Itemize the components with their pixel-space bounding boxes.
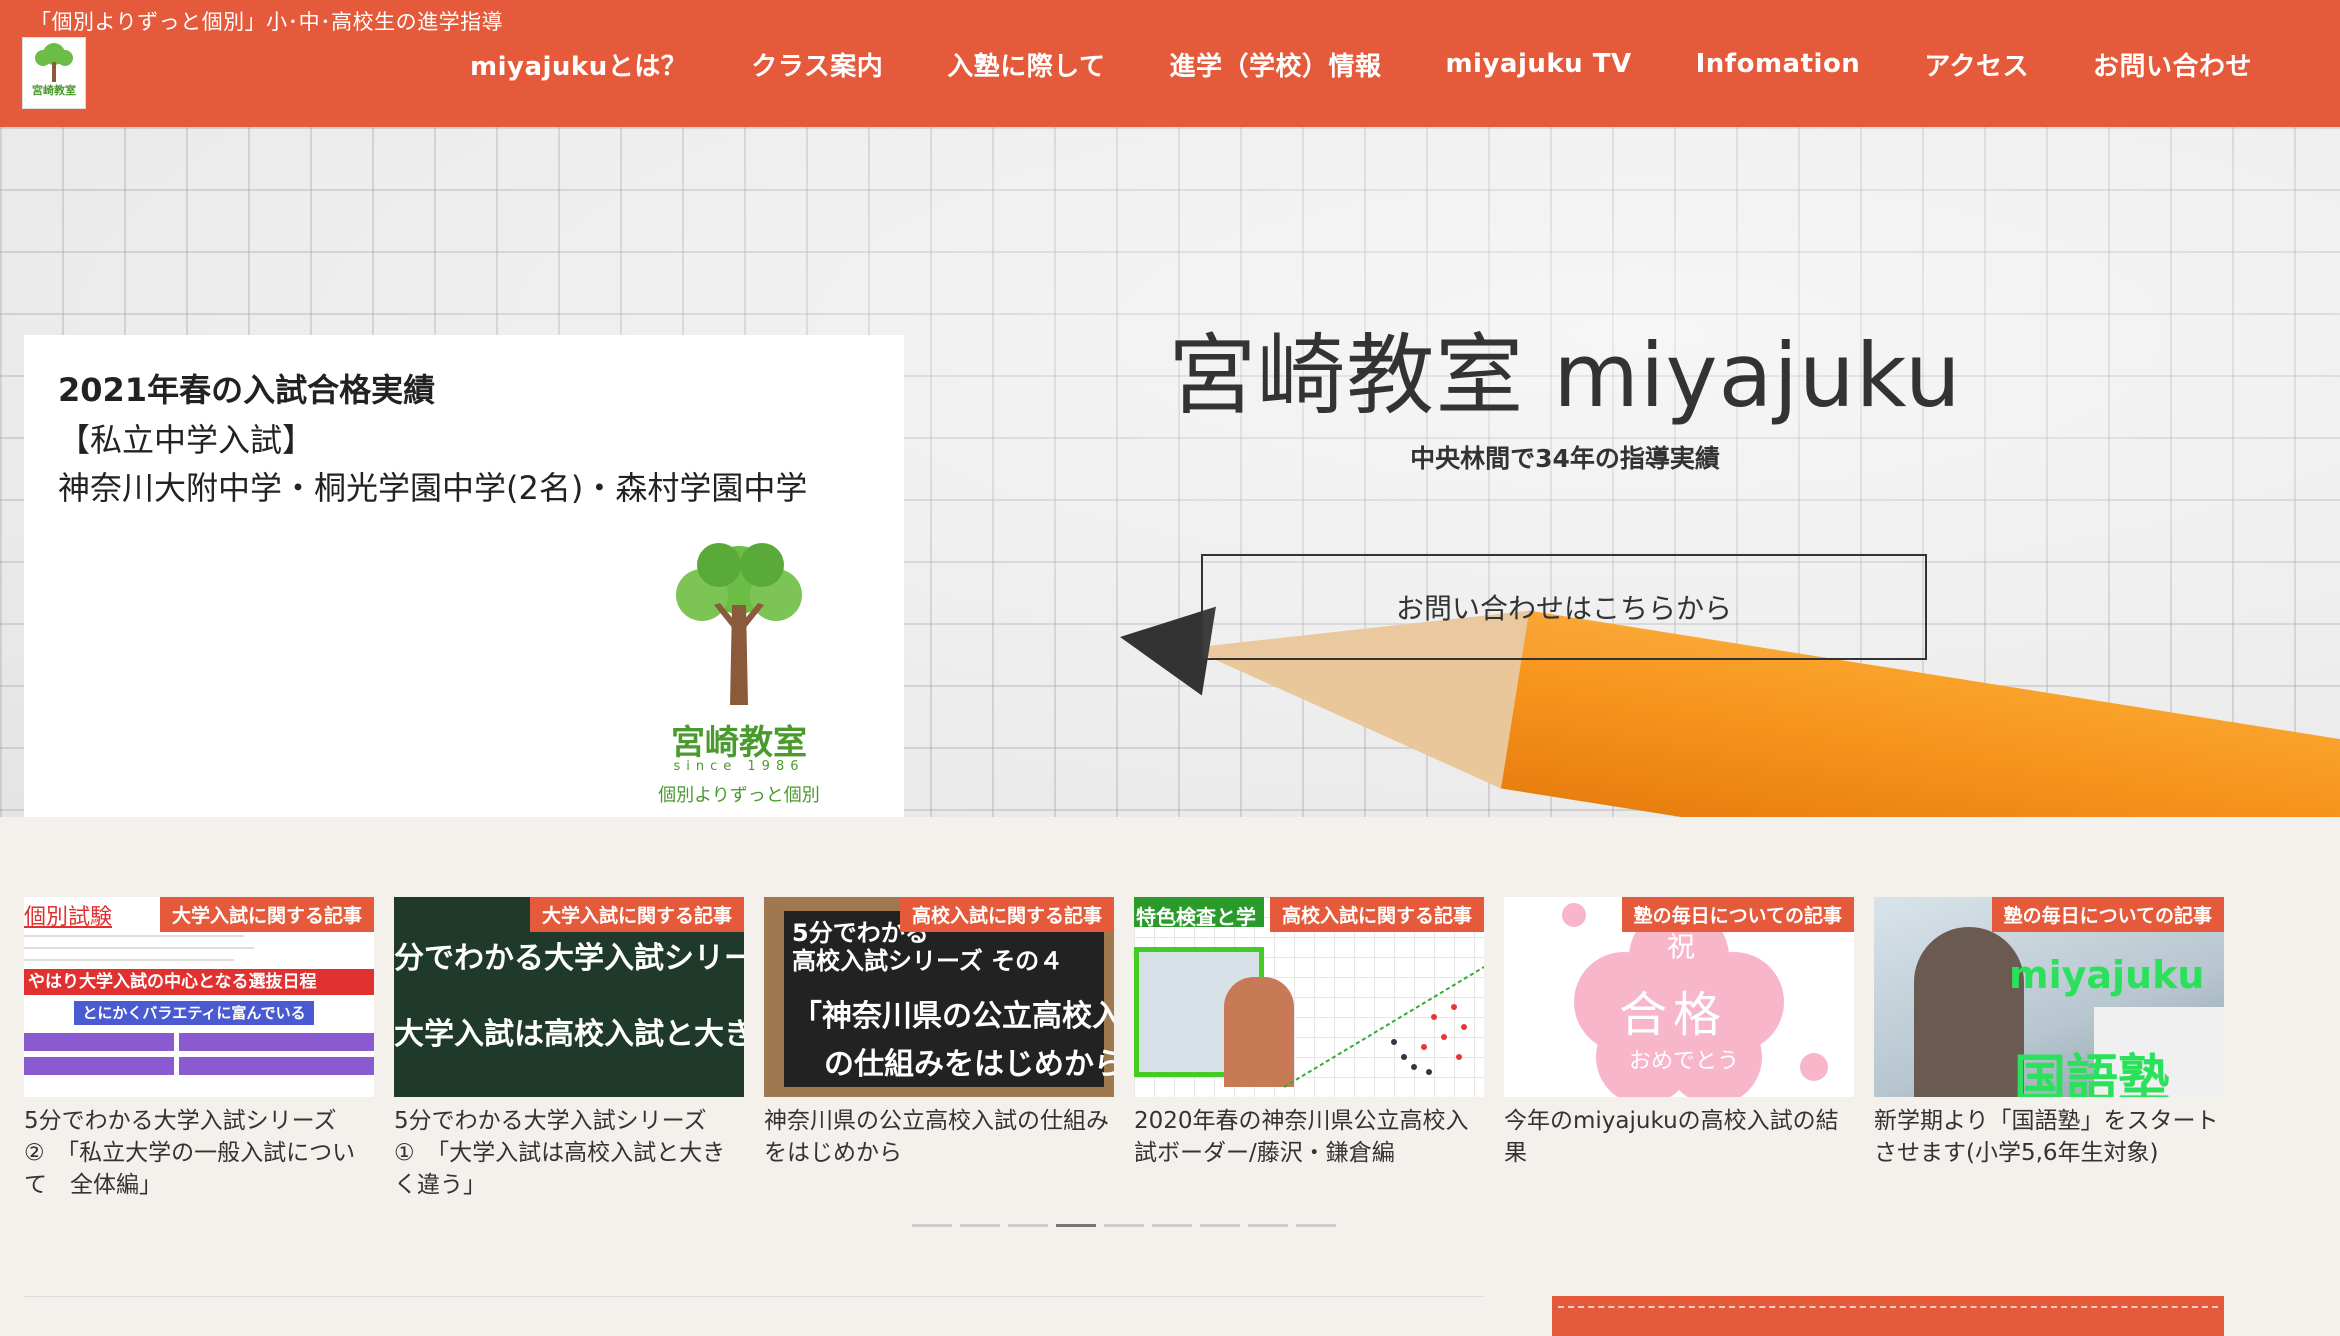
thumb-text: 高校入試シリーズ その４ xyxy=(792,947,1064,975)
thumb-text: やはり大学入試の中心となる選抜日程 xyxy=(24,969,374,995)
article-thumbnail: 祝 合格 おめでとう 塾の毎日についての記事 xyxy=(1504,897,1854,1097)
carousel-pagination xyxy=(912,1224,1344,1227)
category-badge: 大学入試に関する記事 xyxy=(529,897,744,932)
logo-name: 宮崎教室 xyxy=(32,84,76,97)
carousel-dot[interactable] xyxy=(1200,1224,1240,1227)
results-schools: 神奈川大附中学・桐光学園中学(2名)・森村学園中学 xyxy=(58,469,808,507)
tree-logo-icon xyxy=(35,43,73,82)
carousel-dot[interactable] xyxy=(1152,1224,1192,1227)
thumb-text: miyajuku xyxy=(2009,953,2205,997)
nav-classes[interactable]: クラス案内 xyxy=(751,46,883,83)
article-card[interactable]: miyajuku 国語塾 塾の毎日についての記事 新学期より「国語塾」をスタート… xyxy=(1874,897,2224,1197)
thumb-text: おめでとう xyxy=(1629,1049,1740,1074)
article-card[interactable]: 5分でわかる 高校入試シリーズ その４ 「神奈川県の公立高校入試 の仕組みをはじ… xyxy=(764,897,1114,1197)
results-category: 【私立中学入試】 xyxy=(58,421,315,459)
nav-school-info[interactable]: 進学（学校）情報 xyxy=(1169,46,1381,83)
thumb-text: 国語塾 xyxy=(2014,1050,2171,1097)
nav-enrollment[interactable]: 入塾に際して xyxy=(947,46,1105,83)
thumb-text: の仕組みをはじめから」 xyxy=(824,1047,1114,1082)
thumb-text: 「神奈川県の公立高校入試 xyxy=(792,999,1114,1034)
nav-contact[interactable]: お問い合わせ xyxy=(2093,46,2252,83)
hero-subtitle: 中央林間で34年の指導実績 xyxy=(1410,444,1720,473)
article-title[interactable]: 新学期より「国語塾」をスタートさせます(小学5,6年生対象) xyxy=(1874,1105,2224,1169)
hero-section: 2021年春の入試合格実績 【私立中学入試】 神奈川大附中学・桐光学園中学(2名… xyxy=(0,127,2340,817)
article-thumbnail: 特色検査と学 高校入試に関する記事 xyxy=(1134,897,1484,1097)
carousel-dot[interactable] xyxy=(1296,1224,1336,1227)
category-badge: 塾の毎日についての記事 xyxy=(1991,897,2224,932)
article-card[interactable]: 祝 合格 おめでとう 塾の毎日についての記事 今年のmiyajukuの高校入試の… xyxy=(1504,897,1854,1197)
nav-about[interactable]: miyajukuとは？ xyxy=(470,46,687,83)
site-tagline: 「個別よりずっと個別」小･中･高校生の進学指導 xyxy=(30,10,504,34)
site-logo[interactable]: 宮崎教室 xyxy=(22,37,86,109)
carousel-dot[interactable] xyxy=(912,1224,952,1227)
article-card[interactable]: 分でわかる大学入試シリーズ ① 大学入試は高校入試と大きく違う 大学入試に関する… xyxy=(394,897,744,1198)
category-badge: 大学入試に関する記事 xyxy=(159,897,374,932)
article-thumbnail: 5分でわかる 高校入試シリーズ その４ 「神奈川県の公立高校入試 の仕組みをはじ… xyxy=(764,897,1114,1097)
nav-information[interactable]: Infomation xyxy=(1696,49,1861,79)
tree-logo-icon xyxy=(676,543,802,705)
article-title[interactable]: 5分でわかる大学入試シリーズ ① 「大学入試は高校入試と大きく違う」 xyxy=(394,1105,744,1201)
hero-title: 宮崎教室 miyajuku xyxy=(1168,324,1962,427)
category-badge: 塾の毎日についての記事 xyxy=(1621,897,1854,932)
thumb-text: 分でわかる大学入試シリーズ ① xyxy=(394,941,744,976)
carousel-dot[interactable] xyxy=(1008,1224,1048,1227)
scatter-plot-icon xyxy=(1284,966,1484,1088)
nav-access[interactable]: アクセス xyxy=(1924,46,2029,83)
results-logo-since: since 1986 xyxy=(673,759,805,774)
sidebar-widget-header xyxy=(1552,1296,2224,1336)
results-logo-name: 宮崎教室 xyxy=(671,723,807,763)
article-title[interactable]: 5分でわかる大学入試シリーズ ② 「私立大学の一般入試について 全体編」 xyxy=(24,1105,374,1201)
carousel-dot[interactable] xyxy=(1056,1224,1096,1227)
carousel-dot[interactable] xyxy=(960,1224,1000,1227)
article-card[interactable]: 特色検査と学 高校入試に関する記事 2020年春の神奈川県公立高校入試ボーダー/… xyxy=(1134,897,1484,1197)
carousel-dot[interactable] xyxy=(1248,1224,1288,1227)
article-card[interactable]: 個別試験 やはり大学入試の中心となる選抜日程 とにかくバラエティに富んでいる 大… xyxy=(24,897,374,1198)
thumb-text: 特色検査と学 xyxy=(1136,905,1256,929)
thumb-text: 大学入試は高校入試と大きく違う xyxy=(394,1017,744,1052)
nav-miyajuku-tv[interactable]: miyajuku TV xyxy=(1445,49,1631,79)
article-title[interactable]: 今年のmiyajukuの高校入試の結果 xyxy=(1504,1105,1854,1169)
site-header: 「個別よりずっと個別」小･中･高校生の進学指導 宮崎教室 miyajukuとは？… xyxy=(0,0,2340,127)
content-divider xyxy=(24,1296,1484,1297)
main-nav: miyajukuとは？ クラス案内 入塾に際して 進学（学校）情報 miyaju… xyxy=(470,34,2252,94)
results-banner[interactable]: 2021年春の入試合格実績 【私立中学入試】 神奈川大附中学・桐光学園中学(2名… xyxy=(24,335,904,817)
category-badge: 高校入試に関する記事 xyxy=(899,897,1114,932)
results-logo-tagline: 個別よりずっと個別 xyxy=(658,785,820,806)
article-title[interactable]: 2020年春の神奈川県公立高校入試ボーダー/藤沢・鎌倉編 xyxy=(1134,1105,1484,1169)
thumb-text: とにかくバラエティに富んでいる xyxy=(74,1001,314,1025)
article-carousel: 個別試験 やはり大学入試の中心となる選抜日程 とにかくバラエティに富んでいる 大… xyxy=(0,817,2340,1336)
article-thumbnail: 分でわかる大学入試シリーズ ① 大学入試は高校入試と大きく違う 大学入試に関する… xyxy=(394,897,744,1097)
contact-cta-button[interactable]: お問い合わせはこちらから xyxy=(1201,554,1927,660)
thumb-text: 個別試験 xyxy=(24,905,113,930)
article-thumbnail: miyajuku 国語塾 塾の毎日についての記事 xyxy=(1874,897,2224,1097)
results-title: 2021年春の入試合格実績 xyxy=(58,371,436,409)
carousel-dot[interactable] xyxy=(1104,1224,1144,1227)
article-title[interactable]: 神奈川県の公立高校入試の仕組みをはじめから xyxy=(764,1105,1114,1169)
article-thumbnail: 個別試験 やはり大学入試の中心となる選抜日程 とにかくバラエティに富んでいる 大… xyxy=(24,897,374,1097)
category-badge: 高校入試に関する記事 xyxy=(1269,897,1484,932)
thumb-text: 合格 xyxy=(1619,987,1728,1043)
